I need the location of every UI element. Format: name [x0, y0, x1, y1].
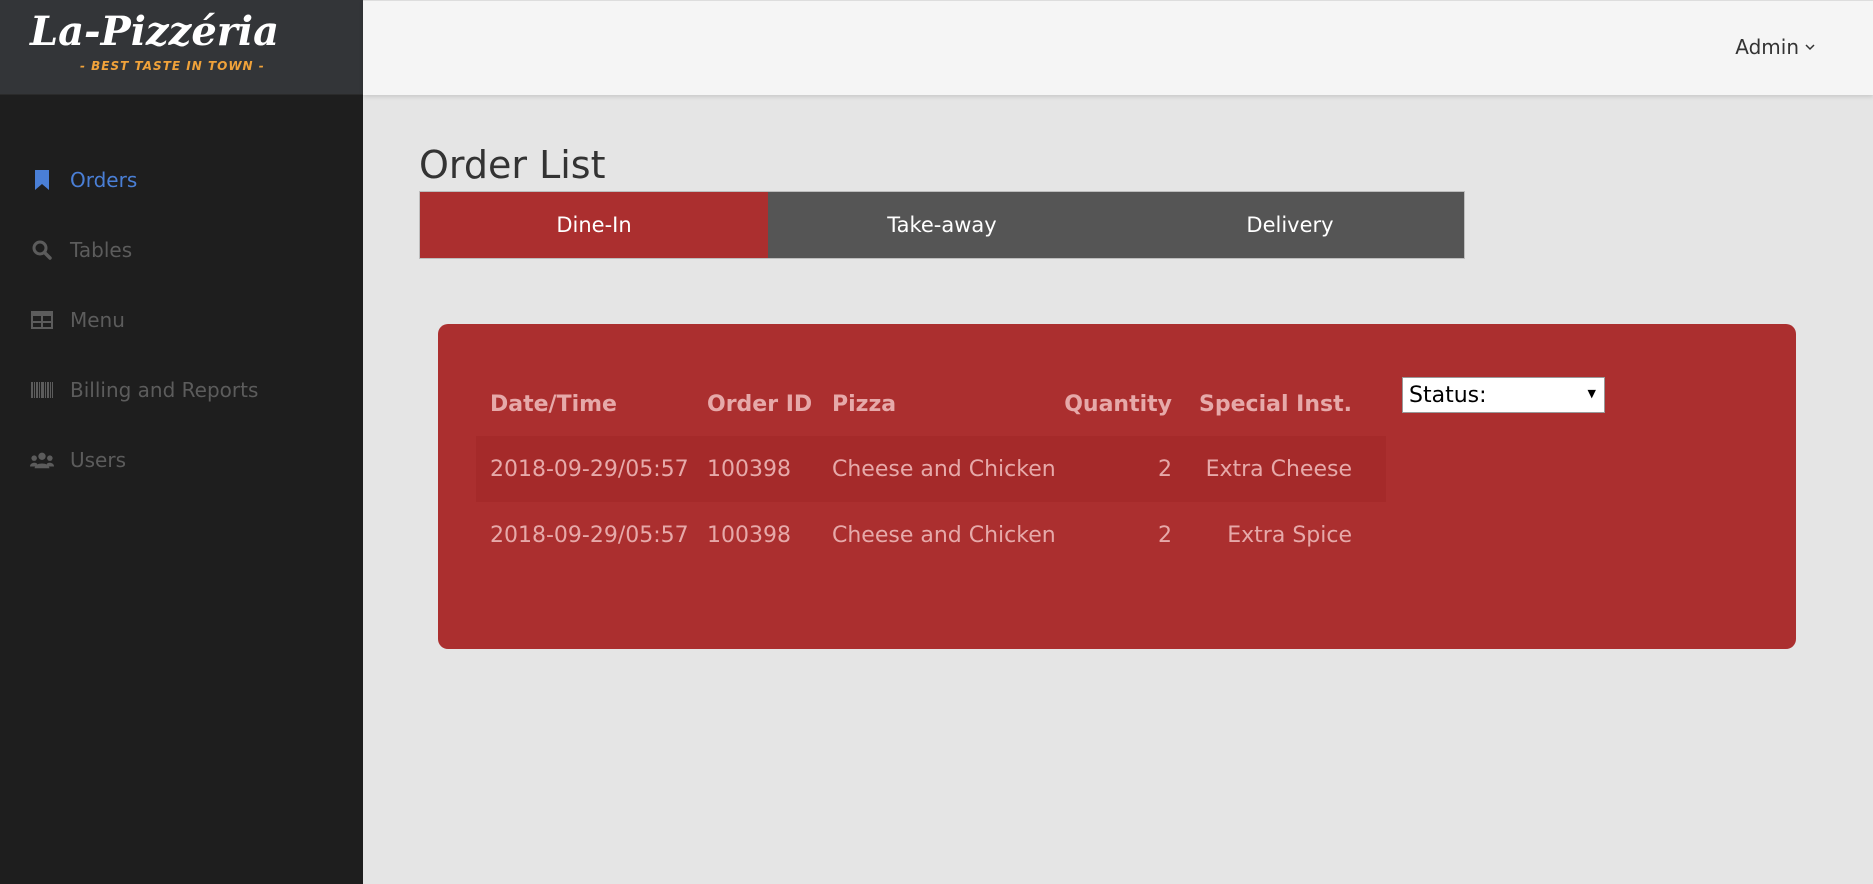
cell-special-inst: Extra Spice [1227, 522, 1352, 548]
users-icon [30, 449, 54, 471]
orders-card: Date/Time Order ID Pizza Quantity Specia… [438, 324, 1796, 649]
sidebar-item-menu[interactable]: Menu [0, 285, 363, 355]
sidebar-item-orders[interactable]: Orders [0, 145, 363, 215]
chevron-down-icon [1805, 40, 1815, 54]
bookmark-icon [30, 169, 54, 191]
column-header-datetime: Date/Time [490, 391, 617, 417]
tab-take-away[interactable]: Take-away [768, 192, 1116, 258]
column-header-order-id: Order ID [707, 391, 813, 417]
admin-menu-button[interactable]: Admin [1735, 35, 1815, 59]
tab-delivery[interactable]: Delivery [1116, 192, 1464, 258]
brand-title: La-Pizzéria [30, 8, 279, 55]
status-select-value: Status: [1409, 382, 1487, 408]
orders-table: Date/Time Order ID Pizza Quantity Specia… [476, 372, 1386, 568]
cell-order-id: 100398 [707, 522, 791, 548]
table-row[interactable]: 2018-09-29/05:57 100398 Cheese and Chick… [476, 502, 1386, 568]
sidebar-nav: Orders Tables Menu Billing and Reports U… [0, 145, 363, 495]
page-title: Order List [419, 143, 606, 187]
cell-datetime: 2018-09-29/05:57 [490, 456, 689, 482]
search-icon [30, 239, 54, 261]
column-header-quantity: Quantity [1064, 391, 1172, 417]
cell-quantity: 2 [1158, 456, 1172, 482]
brand-logo[interactable]: La-Pizzéria - BEST TASTE IN TOWN - [0, 0, 363, 95]
sidebar: La-Pizzéria - BEST TASTE IN TOWN - Order… [0, 0, 363, 884]
sidebar-item-label: Users [70, 448, 127, 472]
dropdown-arrow-icon: ▼ [1587, 387, 1596, 400]
column-header-special-inst: Special Inst. [1199, 391, 1352, 417]
brand-tagline: - BEST TASTE IN TOWN - [80, 59, 265, 73]
cell-datetime: 2018-09-29/05:57 [490, 522, 689, 548]
tab-dine-in[interactable]: Dine-In [420, 192, 768, 258]
table-header-row: Date/Time Order ID Pizza Quantity Specia… [476, 372, 1386, 436]
cell-special-inst: Extra Cheese [1205, 456, 1352, 482]
sidebar-item-users[interactable]: Users [0, 425, 363, 495]
cell-order-id: 100398 [707, 456, 791, 482]
sidebar-item-label: Orders [70, 168, 138, 192]
cell-quantity: 2 [1158, 522, 1172, 548]
barcode-icon [30, 379, 54, 401]
order-type-tabs: Dine-In Take-away Delivery [419, 191, 1465, 259]
sidebar-item-label: Menu [70, 308, 125, 332]
admin-label: Admin [1735, 35, 1799, 59]
status-select[interactable]: Status: ▼ [1402, 377, 1605, 413]
sidebar-item-label: Billing and Reports [70, 378, 259, 402]
table-row[interactable]: 2018-09-29/05:57 100398 Cheese and Chick… [476, 436, 1386, 502]
sidebar-item-label: Tables [70, 238, 133, 262]
cell-pizza: Cheese and Chicken [832, 456, 1056, 482]
table-icon [30, 309, 54, 331]
column-header-pizza: Pizza [832, 391, 897, 417]
cell-pizza: Cheese and Chicken [832, 522, 1056, 548]
sidebar-item-billing-and-reports[interactable]: Billing and Reports [0, 355, 363, 425]
topbar: Admin [363, 0, 1873, 95]
sidebar-item-tables[interactable]: Tables [0, 215, 363, 285]
